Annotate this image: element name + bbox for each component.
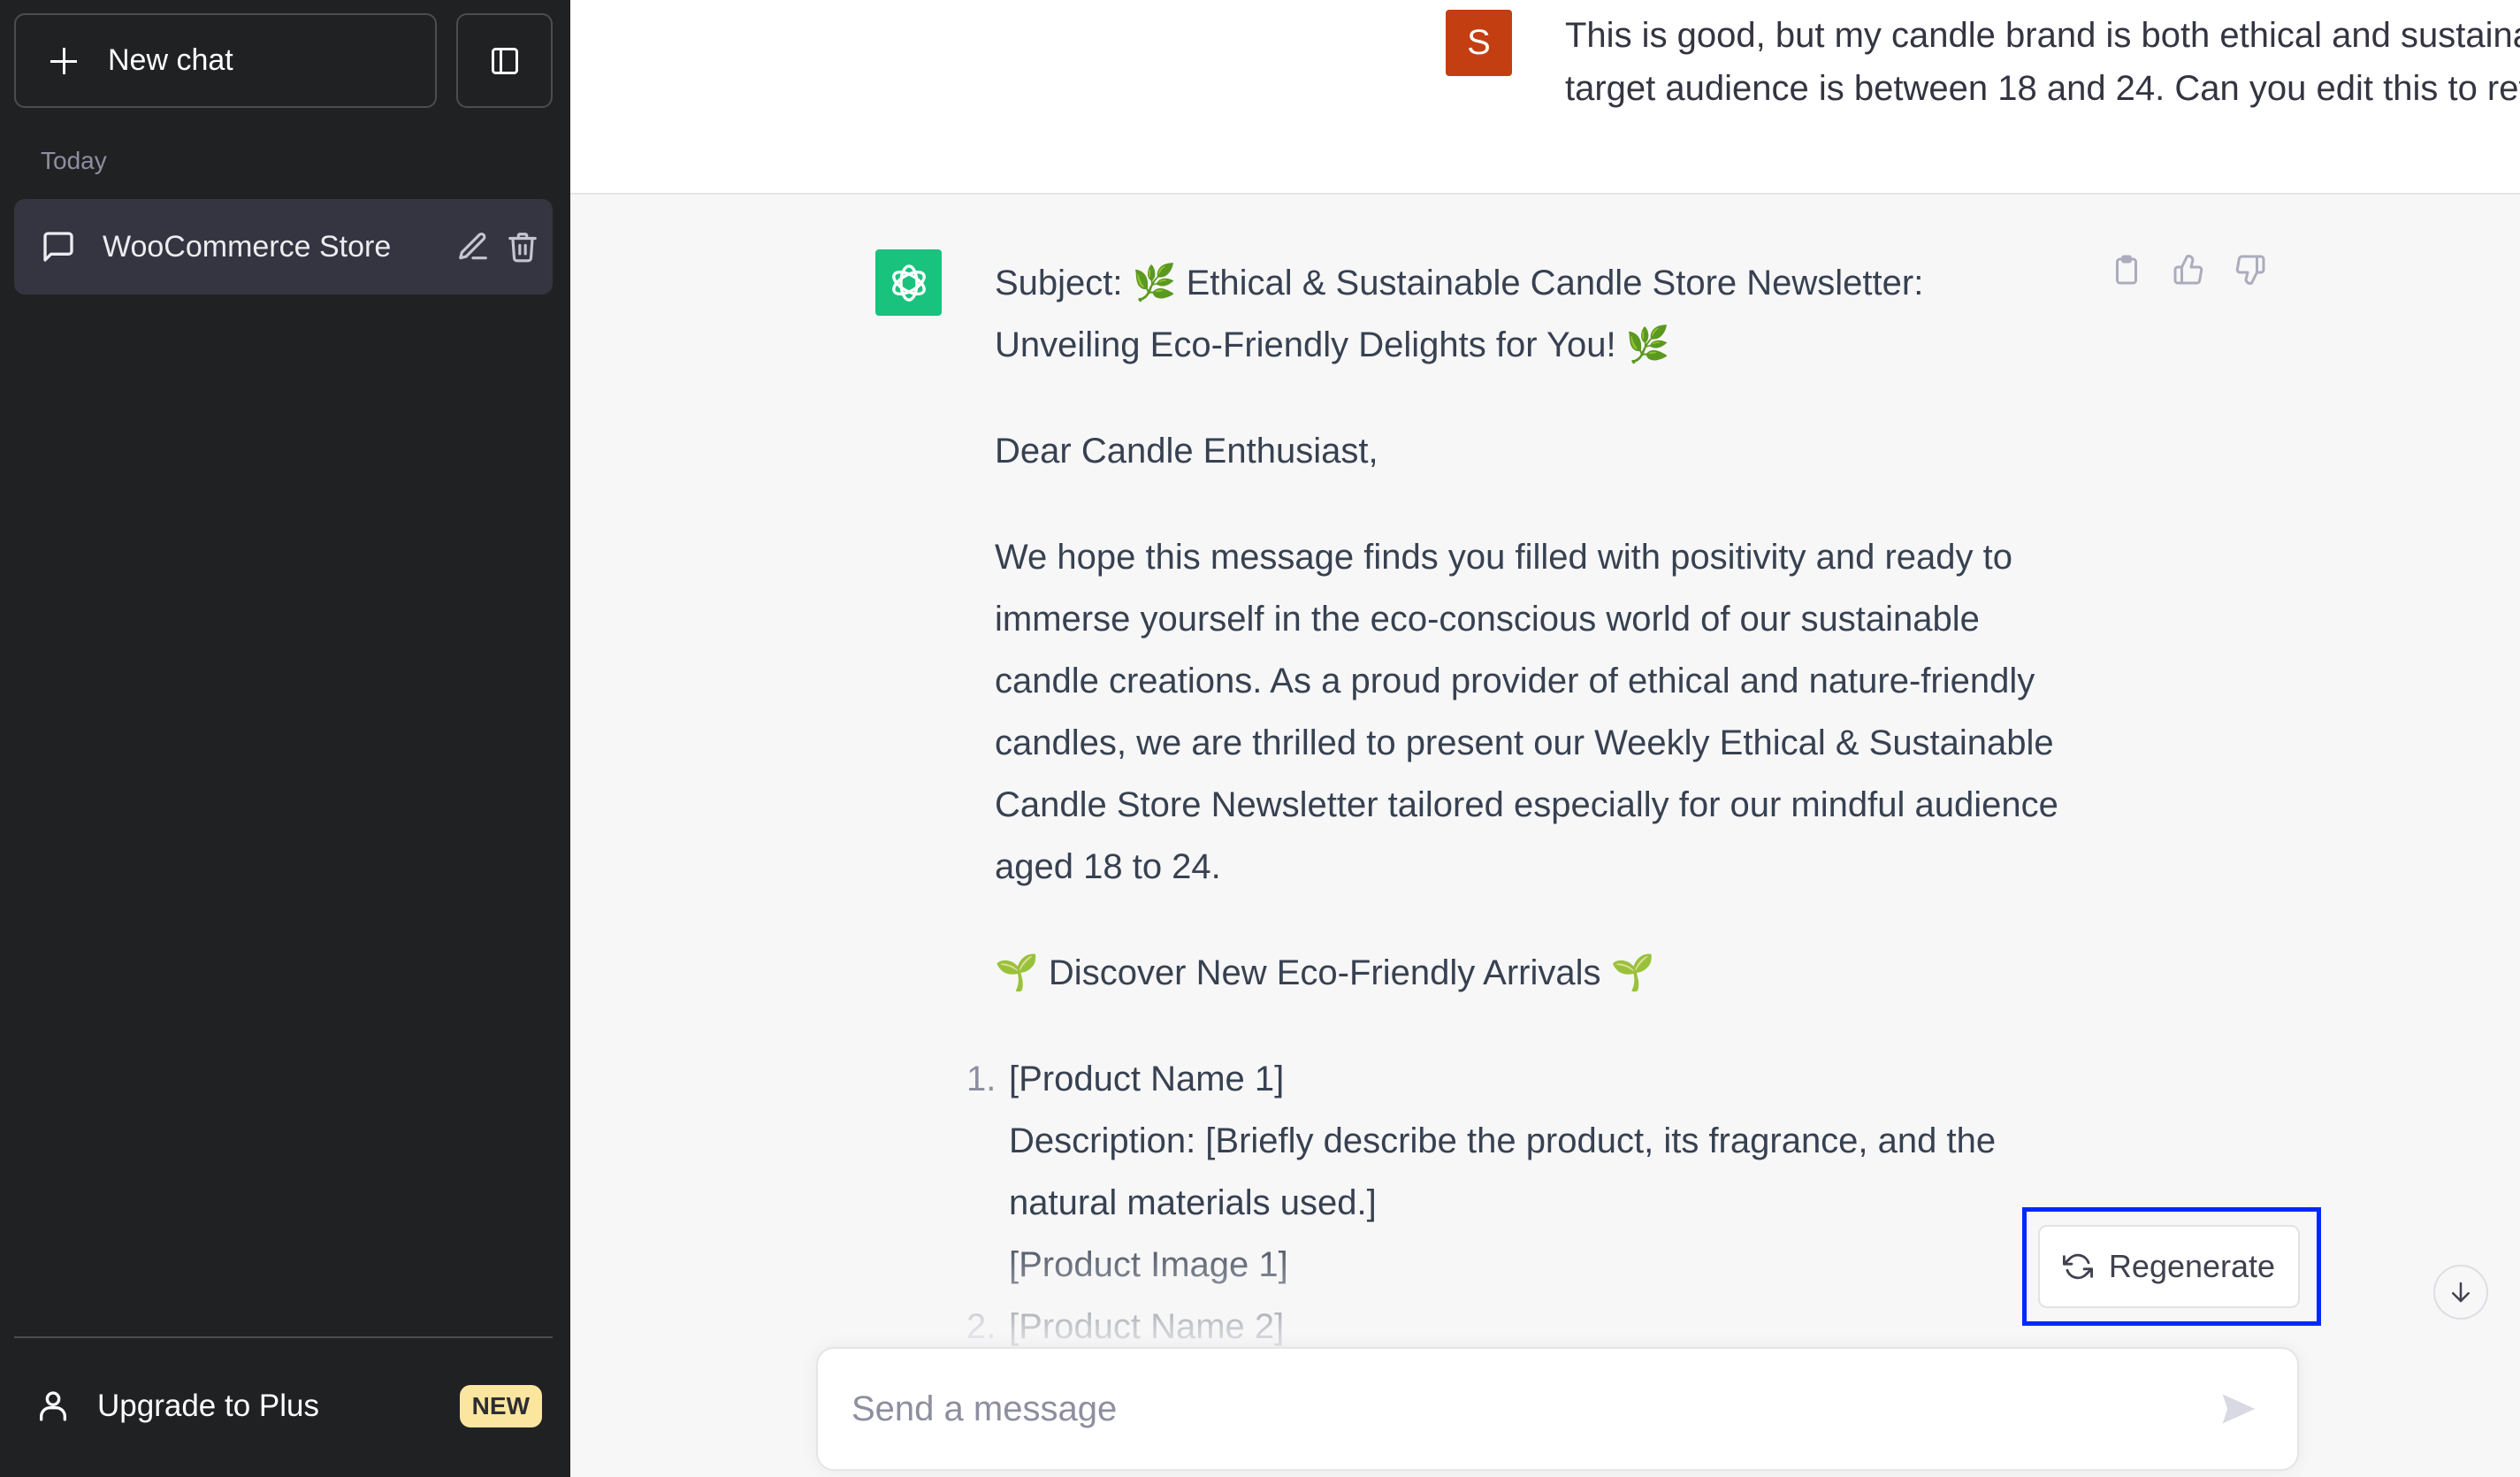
regenerate-button[interactable]: Regenerate xyxy=(2038,1225,2300,1308)
new-chat-label: New chat xyxy=(108,43,233,77)
user-icon xyxy=(40,1391,67,1421)
upgrade-to-plus-button[interactable]: Upgrade to Plus NEW xyxy=(14,1366,553,1446)
user-avatar: S xyxy=(1446,10,1512,76)
refresh-icon xyxy=(2062,1253,2093,1280)
user-message: S This is good, but my candle brand is b… xyxy=(570,0,2520,195)
product-image-placeholder: [Product Image 1] xyxy=(1009,1245,1288,1284)
upgrade-label: Upgrade to Plus xyxy=(97,1389,319,1423)
sidebar-panel-icon xyxy=(491,47,518,74)
plus-icon xyxy=(46,43,81,79)
arrow-down-icon xyxy=(2452,1282,2470,1303)
section-heading: 🌱 Discover New Eco-Friendly Arrivals 🌱 xyxy=(995,953,1655,992)
clipboard-icon xyxy=(2116,255,2137,285)
sidebar: New chat Today WooCommerce Store Upgrade… xyxy=(0,0,570,1477)
newsletter-intro: We hope this message finds you filled wi… xyxy=(995,538,2058,886)
user-message-text: This is good, but my candle brand is bot… xyxy=(1565,16,2520,108)
thumbs-down-button[interactable] xyxy=(2233,252,2268,287)
edit-chat-button[interactable] xyxy=(454,227,493,266)
message-actions xyxy=(2109,252,2268,287)
newsletter-subject: Subject: 🌿 Ethical & Sustainable Candle … xyxy=(995,264,1924,364)
thumbs-up-button[interactable] xyxy=(2171,252,2206,287)
pencil-icon xyxy=(459,233,487,260)
newsletter-greeting: Dear Candle Enthusiast, xyxy=(995,432,1378,471)
sidebar-divider xyxy=(14,1336,553,1338)
copy-button[interactable] xyxy=(2109,252,2144,287)
product-list: 1. [Product Name 1] Description: [Briefl… xyxy=(966,1048,2073,1358)
send-button[interactable] xyxy=(2212,1382,2265,1435)
assistant-avatar xyxy=(875,249,942,316)
chat-bubble-icon xyxy=(43,232,73,262)
message-composer xyxy=(816,1347,2299,1471)
scroll-to-bottom-button[interactable] xyxy=(2433,1265,2488,1320)
chat-item-title: WooCommerce Store xyxy=(103,229,392,264)
openai-logo-icon xyxy=(891,264,926,302)
new-badge: NEW xyxy=(459,1385,542,1427)
assistant-message: Subject: 🌿 Ethical & Sustainable Candle … xyxy=(966,252,2073,1358)
send-icon xyxy=(2222,1394,2256,1424)
new-chat-button[interactable]: New chat xyxy=(14,13,437,108)
thumbs-down-icon xyxy=(2235,255,2265,285)
section-label-today: Today xyxy=(41,147,107,174)
list-number: 1. xyxy=(966,1060,997,1098)
product-description: Description: [Briefly describe the produ… xyxy=(1009,1121,1997,1222)
list-item: 1. [Product Name 1] Description: [Briefl… xyxy=(966,1048,2073,1296)
product-name: [Product Name 1] xyxy=(1009,1060,1285,1098)
toggle-sidebar-button[interactable] xyxy=(456,13,553,108)
regenerate-label: Regenerate xyxy=(2108,1248,2276,1284)
message-input[interactable] xyxy=(851,1389,2212,1429)
thumbs-up-icon xyxy=(2173,255,2203,285)
chat-item-woocommerce-store[interactable]: WooCommerce Store xyxy=(14,199,553,295)
trash-icon xyxy=(508,233,537,263)
delete-chat-button[interactable] xyxy=(503,227,542,266)
